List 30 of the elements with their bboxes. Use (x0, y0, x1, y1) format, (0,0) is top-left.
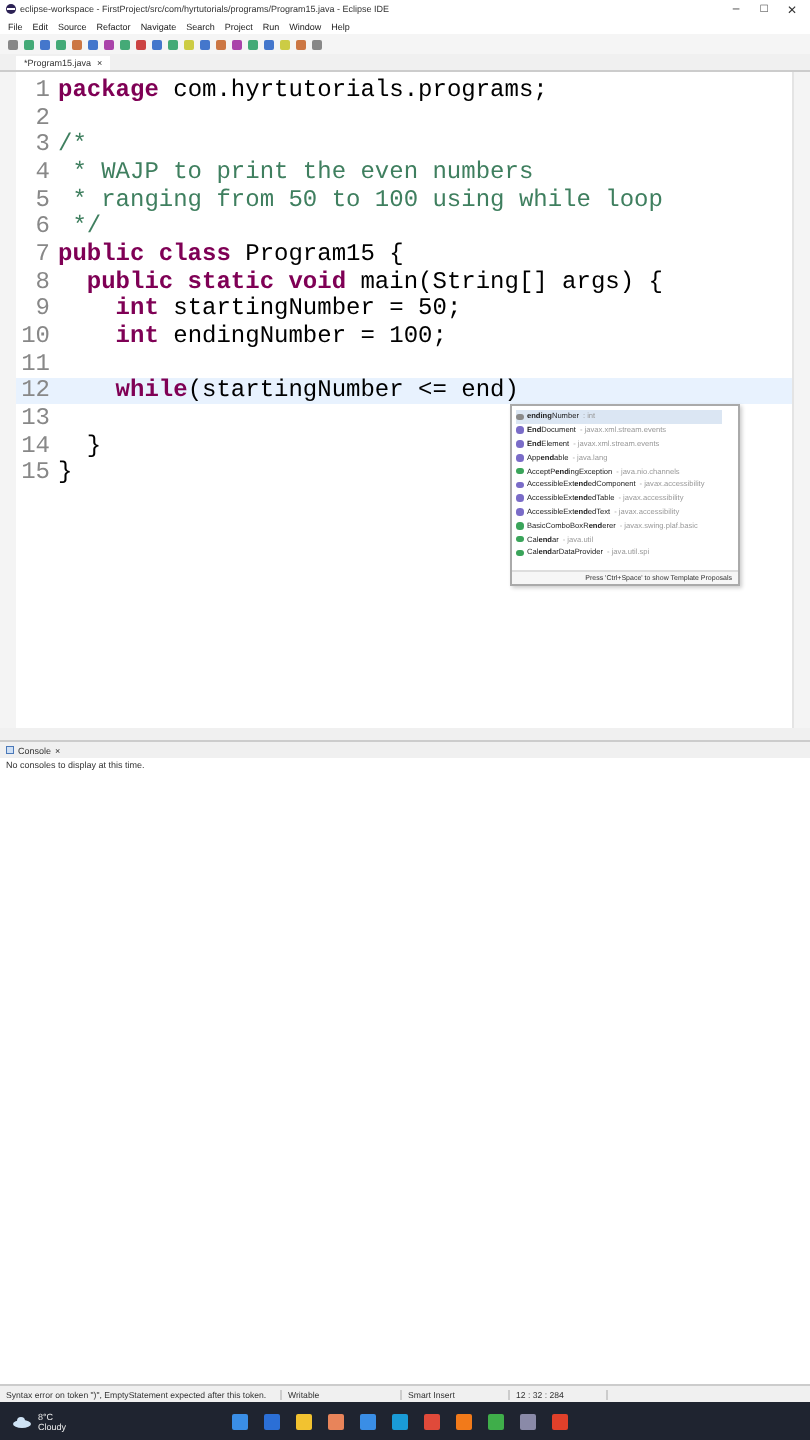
console-icon (6, 746, 14, 754)
line-number: 10 (19, 322, 50, 351)
code-line: * WAJP to print the even numbers (70, 157, 534, 186)
code-line: * ranging from 50 to 100 using while loop (70, 185, 663, 214)
line-number: 2 (33, 103, 50, 132)
code-line: /* (58, 130, 87, 159)
line-number: 6 (33, 212, 50, 241)
line-number: 9 (33, 294, 50, 323)
code-line: int endingNumber = 100; (113, 322, 447, 351)
code-line: } (58, 458, 73, 487)
cloud-icon (12, 1415, 32, 1427)
code-line: } (84, 431, 102, 460)
code-line: while(startingNumber <= end) (113, 376, 519, 405)
line-number: 15 (19, 458, 50, 487)
line-number: 7 (33, 239, 50, 268)
code-line: package com.hyrtutorials.programs; (58, 75, 548, 104)
line-number: 12 (19, 376, 50, 405)
code-line: int startingNumber = 50; (113, 294, 462, 323)
line-number: 3 (33, 130, 50, 159)
line-number: 1 (33, 75, 50, 104)
line-number: 13 (19, 404, 50, 433)
code-editor[interactable] (0, 72, 810, 728)
line-number: 14 (19, 431, 50, 460)
line-number: 4 (33, 157, 50, 186)
code-line: public class Program15 { (58, 239, 404, 268)
line-number: 11 (19, 349, 50, 378)
code-line: public static void main(String[] args) { (84, 267, 663, 296)
line-number: 8 (33, 267, 50, 296)
code-line: */ (70, 212, 102, 241)
line-number: 5 (33, 185, 50, 214)
